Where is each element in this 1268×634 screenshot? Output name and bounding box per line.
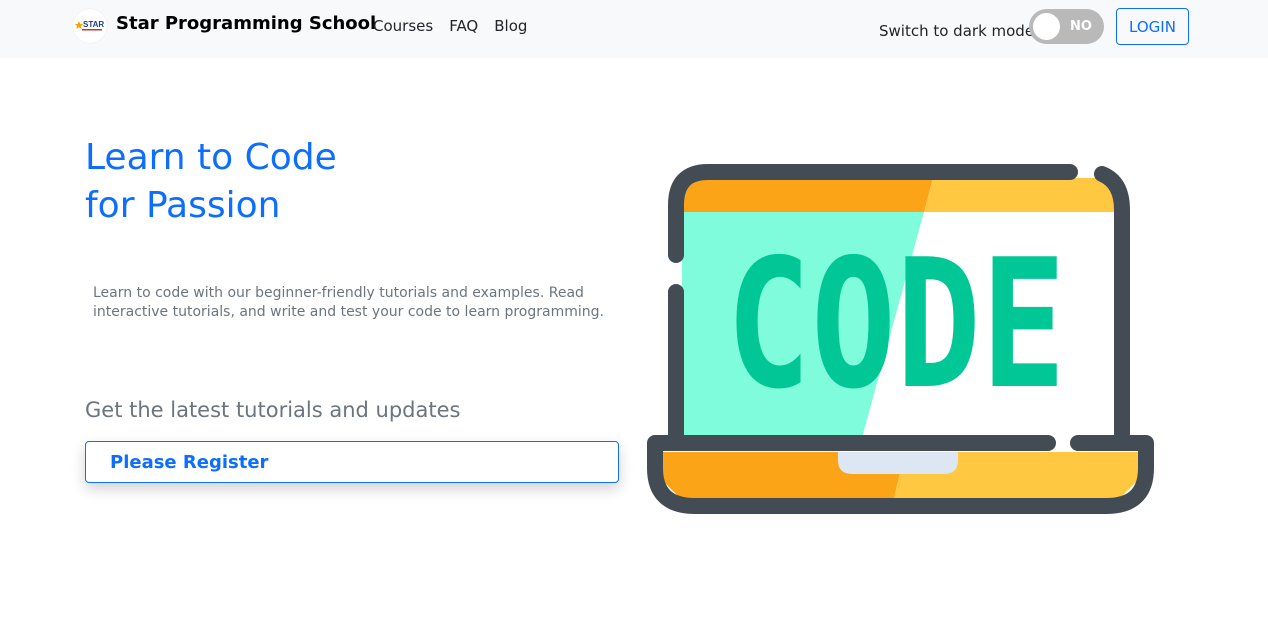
register-button[interactable]: Please Register [85, 441, 619, 483]
laptop-code-illustration: CODE [640, 160, 1160, 520]
hero-title: Learn to Code for Passion [85, 134, 605, 230]
nav-link-faq[interactable]: FAQ [449, 17, 478, 35]
nav-links: Courses FAQ Blog [373, 17, 527, 35]
hero-description: Learn to code with our beginner-friendly… [93, 285, 604, 320]
screen-code-text: CODE [726, 221, 1066, 428]
toggle-knob [1033, 13, 1060, 40]
school-logo[interactable]: STAR [73, 9, 107, 43]
logo-text: STAR [83, 20, 104, 29]
brand-name[interactable]: Star Programming School [116, 13, 376, 34]
dark-mode-label: Switch to dark mode [879, 22, 1035, 40]
hero-title-line-2: for Passion [85, 185, 281, 226]
navbar: STAR Star Programming School Courses FAQ… [0, 0, 1268, 58]
nav-link-blog[interactable]: Blog [494, 17, 527, 35]
updates-heading: Get the latest tutorials and updates [85, 398, 461, 422]
toggle-state-text: NO [1070, 19, 1092, 34]
dark-mode-toggle[interactable]: NO [1029, 9, 1104, 44]
hero-title-line-1: Learn to Code [85, 137, 337, 178]
nav-link-courses[interactable]: Courses [373, 17, 433, 35]
login-button[interactable]: LOGIN [1116, 8, 1189, 45]
